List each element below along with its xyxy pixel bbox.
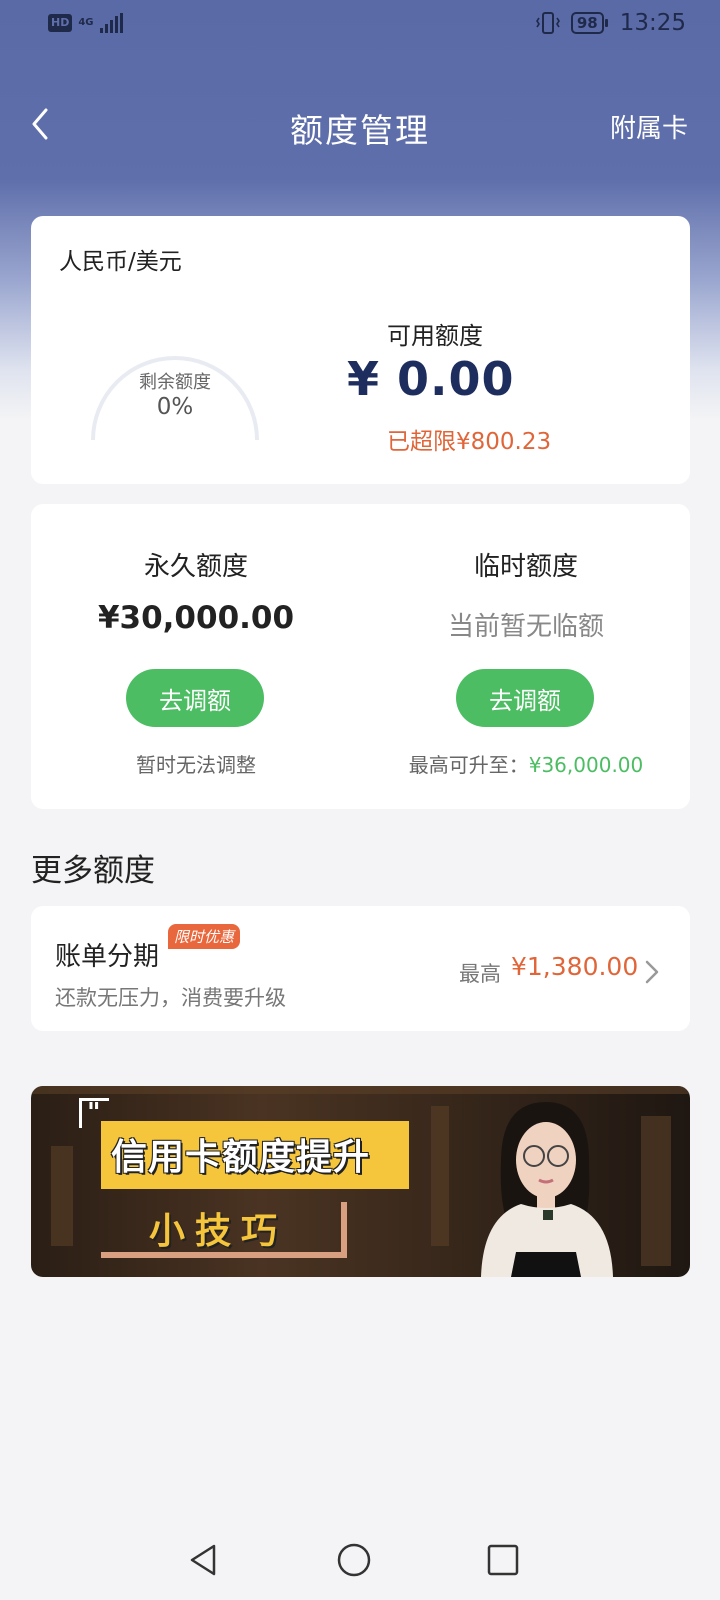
- temporary-limit-status: 当前暂无临额: [447, 612, 604, 642]
- promo-video-banner[interactable]: " 信用卡额度提升 小技巧: [31, 1086, 690, 1277]
- available-label: 可用额度: [387, 322, 483, 350]
- signal-icon: [99, 13, 123, 33]
- nav-back-icon[interactable]: [182, 1538, 226, 1582]
- temporary-limit-note: 最高可升至：¥36,000.00: [361, 749, 691, 778]
- installment-title: 账单分期: [55, 942, 160, 972]
- permanent-limit-note: 暂时无法调整: [136, 753, 256, 777]
- credit-limits-card: 永久额度 ¥30,000.00 去调额 暂时无法调整 临时额度 当前暂无临额 去…: [31, 504, 690, 809]
- permanent-limit-column: 永久额度 ¥30,000.00 去调额 暂时无法调整: [31, 504, 361, 809]
- banner-subtitle: 小技巧: [149, 1211, 288, 1252]
- gauge-percent: 0%: [156, 394, 194, 420]
- vibrate-icon: [535, 12, 560, 34]
- status-right: 98 13:25: [535, 10, 686, 36]
- quote-mark-icon: ": [87, 1098, 101, 1128]
- status-left: HD 4G: [48, 13, 123, 33]
- chevron-right-icon: [645, 960, 659, 984]
- temporary-limit-title: 临时额度: [473, 552, 578, 582]
- installment-desc: 还款无压力，消费要升级: [55, 986, 286, 1010]
- hd-badge: HD: [48, 14, 73, 32]
- currency-label: 人民币/美元: [59, 249, 182, 275]
- supplementary-card-link[interactable]: 附属卡: [610, 108, 688, 145]
- installment-max-amount: ¥1,380.00: [511, 952, 639, 981]
- nav-home-icon[interactable]: [332, 1538, 376, 1582]
- permanent-adjust-button[interactable]: 去调额: [126, 669, 264, 727]
- presenter-image: [481, 1102, 613, 1277]
- available-amount: ¥ 0.00: [347, 352, 515, 406]
- temporary-limit-column: 临时额度 当前暂无临额 去调额 最高可升至：¥36,000.00: [361, 504, 691, 809]
- system-nav-bar: [0, 1520, 720, 1600]
- permanent-limit-title: 永久额度: [143, 552, 248, 582]
- gauge-label: 剩余额度: [139, 372, 211, 393]
- installment-max-label: 最高: [459, 962, 501, 986]
- bookshelf-decor: [641, 1116, 671, 1266]
- overlimit-amount: 已超限¥800.23: [387, 429, 552, 455]
- banner-underline-vertical: [341, 1202, 347, 1258]
- installment-row[interactable]: 账单分期 限时优惠 还款无压力，消费要升级 最高 ¥1,380.00: [31, 906, 690, 1031]
- temporary-adjust-button[interactable]: 去调额: [456, 669, 594, 727]
- nav-recents-icon[interactable]: [481, 1538, 525, 1582]
- title-bar: 额度管理 附属卡: [0, 90, 720, 160]
- temporary-max-amount: ¥36,000.00: [528, 753, 644, 777]
- available-credit-card: 人民币/美元 剩余额度 0% 可用额度 ¥ 0.00 已超限¥800.23: [31, 216, 690, 484]
- clock: 13:25: [619, 10, 686, 36]
- network-type: 4G: [78, 17, 94, 28]
- bookshelf-decor: [431, 1106, 449, 1246]
- bookshelf-decor: [51, 1146, 73, 1246]
- more-limits-heading: 更多额度: [31, 853, 155, 889]
- promo-badge: 限时优惠: [168, 924, 241, 949]
- temporary-note-prefix: 最高可升至：: [408, 753, 529, 777]
- banner-title: 信用卡额度提升: [111, 1137, 371, 1178]
- battery-icon: 98: [570, 12, 608, 34]
- status-bar: HD 4G 98 13:25: [0, 0, 720, 50]
- permanent-limit-amount: ¥30,000.00: [97, 600, 295, 636]
